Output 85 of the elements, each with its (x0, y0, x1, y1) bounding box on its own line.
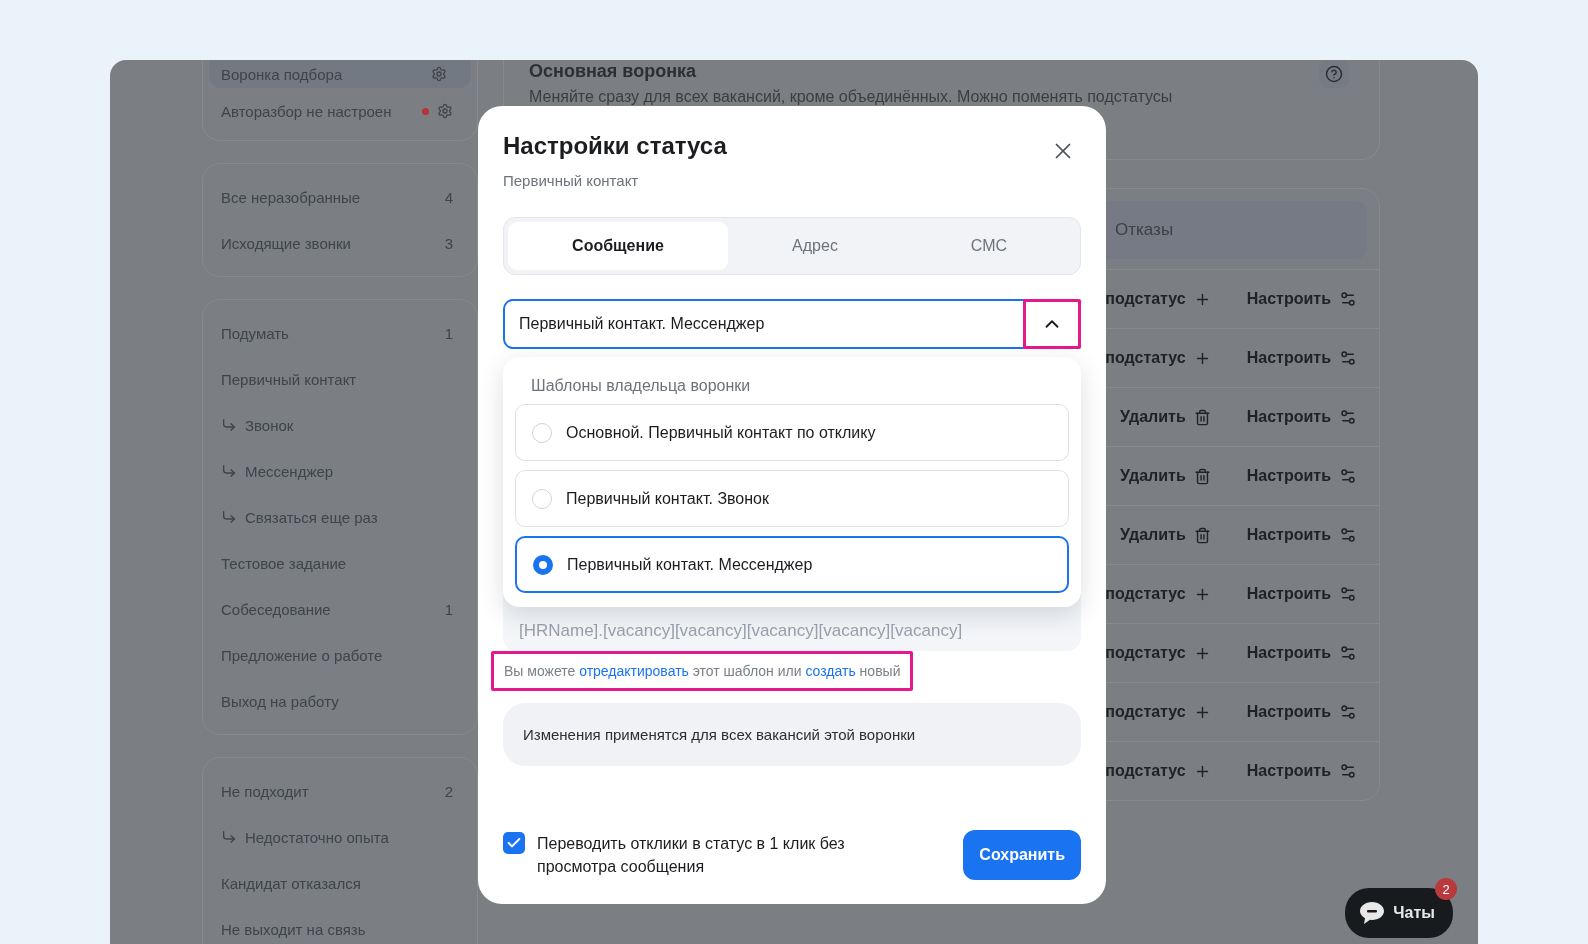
configure-button[interactable]: Настроить (1246, 762, 1357, 780)
sidebar-item[interactable]: Воронка подбора (209, 60, 471, 88)
sidebar-item[interactable]: Подумать 1 (203, 310, 477, 356)
add-substatus-button[interactable]: подстатус (1105, 703, 1211, 721)
sliders-icon (1339, 703, 1357, 721)
gear-icon[interactable] (437, 103, 453, 119)
sidebar-item[interactable]: Авторазбор не настроен (203, 88, 477, 134)
dialog-title: Настройки статуса (503, 132, 727, 160)
sidebar-item[interactable]: Собеседование 1 (203, 586, 477, 632)
sliders-icon (1339, 290, 1357, 308)
template-option[interactable]: Основной. Первичный контакт по отклику (515, 404, 1069, 461)
corner-arrow-icon (221, 463, 237, 479)
unread-badge: 2 (1435, 878, 1457, 900)
template-option[interactable]: Первичный контакт. Звонок (515, 470, 1069, 527)
sidebar-item[interactable]: Недостаточно опыта (203, 814, 477, 860)
sidebar-item[interactable]: Первичный контакт (203, 356, 477, 402)
template-option[interactable]: Первичный контакт. Мессенджер (515, 536, 1069, 593)
sidebar-item[interactable]: Не выходит на связь (203, 906, 477, 944)
add-substatus-button[interactable]: подстатус (1105, 762, 1211, 780)
trash-icon (1193, 467, 1211, 485)
sidebar-item[interactable]: Исходящие звонки 3 (203, 220, 477, 266)
sliders-icon (1339, 585, 1357, 603)
text-link[interactable]: отредактировать (579, 663, 689, 679)
sidebar-item[interactable]: Не подходит 2 (203, 768, 477, 814)
gear-icon[interactable] (431, 66, 447, 82)
configure-button[interactable]: Настроить (1246, 408, 1357, 426)
funnel-title: Основная воронка (529, 60, 697, 82)
text-link[interactable]: создать (805, 663, 856, 679)
configure-button[interactable]: Настроить (1246, 585, 1357, 603)
configure-button[interactable]: Настроить (1246, 290, 1357, 308)
template-select[interactable]: Первичный контакт. Мессенджер (503, 299, 1081, 349)
item-count: 1 (444, 600, 453, 618)
radio-button[interactable] (533, 554, 553, 575)
dialog-tab[interactable]: Сообщение (508, 222, 728, 270)
sidebar-item[interactable]: Связаться еще раз (203, 494, 477, 540)
trash-icon (1193, 526, 1211, 544)
status-tab[interactable]: Отказы (1107, 201, 1367, 259)
info-note: Изменения применятся для всех вакансий этой воронки (503, 703, 1081, 766)
sidebar-item[interactable]: Все неразобранные 4 (203, 174, 477, 220)
dropdown-toggle[interactable] (1023, 299, 1081, 349)
sliders-icon (1339, 762, 1357, 780)
configure-button[interactable]: Настроить (1246, 703, 1357, 721)
delete-button[interactable]: Удалить (1120, 526, 1211, 544)
corner-arrow-icon (221, 509, 237, 525)
template-text: [HRName].[vacancy][vacancy][vacancy][vacancy][vacancy] (519, 621, 963, 641)
add-substatus-button[interactable]: подстатус (1105, 644, 1211, 662)
sidebar-item[interactable]: Звонок (203, 402, 477, 448)
item-count: 2 (444, 782, 453, 800)
hint-text: Вы можете отредактировать этот шаблон или создать новый (491, 651, 914, 691)
help-icon[interactable] (1319, 60, 1349, 88)
configure-button[interactable]: Настроить (1246, 467, 1357, 485)
item-count: 1 (444, 324, 453, 342)
sliders-icon (1339, 644, 1357, 662)
dialog-tab[interactable]: СМС (902, 222, 1076, 270)
configure-button[interactable]: Настроить (1246, 349, 1357, 367)
sliders-icon (1339, 408, 1357, 426)
add-substatus-button[interactable]: подстатус (1105, 290, 1211, 308)
checkbox[interactable] (503, 832, 525, 854)
add-substatus-button[interactable]: подстатус (1105, 585, 1211, 603)
dialog-tab[interactable]: Адрес (728, 222, 902, 270)
sidebar-item[interactable]: Выход на работу (203, 678, 477, 724)
sliders-icon (1339, 526, 1357, 544)
sidebar-item[interactable]: Предложение о работе (203, 632, 477, 678)
group-label: Шаблоны владельца воронки (530, 377, 752, 395)
delete-button[interactable]: Удалить (1120, 467, 1211, 485)
sliders-icon (1339, 467, 1357, 485)
sliders-icon (1339, 349, 1357, 367)
item-count: 3 (444, 234, 453, 252)
delete-button[interactable]: Удалить (1120, 408, 1211, 426)
sidebar-item[interactable]: Мессенджер (203, 448, 477, 494)
corner-arrow-icon (221, 417, 237, 433)
funnel-description: Меняйте сразу для всех вакансий, кроме объединённых. Можно поменять подстатусы (529, 88, 1173, 106)
configure-button[interactable]: Настроить (1246, 644, 1357, 662)
sidebar-item[interactable]: Тестовое задание (203, 540, 477, 586)
checkbox-label: Переводить отклики в статус в 1 клик без просмотра сообщения (537, 834, 846, 877)
add-substatus-button[interactable]: подстатус (1105, 349, 1211, 367)
configure-button[interactable]: Настроить (1246, 526, 1357, 544)
question-mark-icon (1325, 65, 1343, 83)
save-button[interactable]: Сохранить (963, 830, 1081, 880)
item-count: 4 (444, 188, 453, 206)
corner-arrow-icon (221, 829, 237, 845)
trash-icon (1193, 408, 1211, 426)
dialog-subtitle: Первичный контакт (503, 172, 640, 189)
chat-bubble-icon (1359, 901, 1386, 925)
sidebar-item[interactable]: Кандидат отказался (203, 860, 477, 906)
